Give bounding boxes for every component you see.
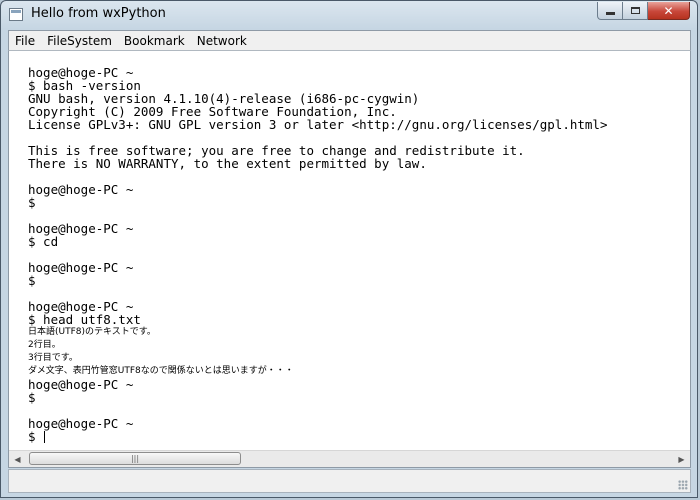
- horizontal-scrollbar[interactable]: ◀ ||| ▶: [9, 450, 690, 467]
- terminal-line: There is NO WARRANTY, to the extent perm…: [28, 156, 427, 171]
- terminal-line: hoge@hoge-PC ~: [28, 377, 134, 392]
- terminal-line: $ head utf8.txt: [28, 312, 141, 327]
- status-bar: [8, 469, 691, 493]
- terminal-line: hoge@hoge-PC ~: [28, 416, 134, 431]
- terminal-line: $: [28, 195, 36, 210]
- menu-network[interactable]: Network: [191, 32, 253, 50]
- terminal-line: $: [28, 390, 36, 405]
- terminal-line: 3行目です。: [28, 353, 78, 363]
- app-window: Hello from wxPython ✕ File FileSystem Bo…: [0, 0, 698, 498]
- terminal-panel: hoge@hoge-PC ~ $ bash -version GNU bash, v…: [8, 50, 691, 468]
- terminal-line: 日本語(UTF8)のテキストです。: [28, 327, 156, 337]
- title-bar[interactable]: Hello from wxPython ✕: [1, 1, 697, 29]
- scroll-thumb[interactable]: |||: [29, 452, 241, 465]
- maximize-button[interactable]: [623, 2, 648, 20]
- terminal-line: hoge@hoge-PC ~: [28, 182, 134, 197]
- menu-file[interactable]: File: [9, 32, 41, 50]
- window-title: Hello from wxPython: [31, 6, 166, 21]
- terminal-line: License GPLv3+: GNU GPL version 3 or lat…: [28, 117, 608, 132]
- minimize-icon: [605, 12, 615, 15]
- scroll-left-icon[interactable]: ◀: [9, 451, 26, 467]
- terminal-line: $: [28, 273, 36, 288]
- close-button[interactable]: ✕: [648, 2, 690, 20]
- minimize-button[interactable]: [597, 2, 623, 20]
- text-cursor: [44, 431, 46, 443]
- terminal-line: $ cd: [28, 234, 59, 249]
- app-window-icon[interactable]: [9, 8, 23, 21]
- close-icon: ✕: [663, 3, 674, 18]
- resize-grip-icon[interactable]: [678, 480, 688, 490]
- menu-bar: File FileSystem Bookmark Network: [8, 30, 691, 50]
- menu-bookmark[interactable]: Bookmark: [118, 32, 191, 50]
- grip-icon: |||: [130, 453, 140, 463]
- terminal-line: 2行目。: [28, 340, 61, 350]
- caption-buttons: ✕: [597, 2, 690, 20]
- terminal-line: $: [28, 429, 46, 444]
- terminal-line: hoge@hoge-PC ~: [28, 260, 134, 275]
- menu-filesystem[interactable]: FileSystem: [41, 32, 118, 50]
- maximize-icon: [630, 7, 640, 14]
- scroll-right-icon[interactable]: ▶: [673, 451, 690, 467]
- terminal-output[interactable]: hoge@hoge-PC ~ $ bash -version GNU bash, v…: [9, 51, 690, 450]
